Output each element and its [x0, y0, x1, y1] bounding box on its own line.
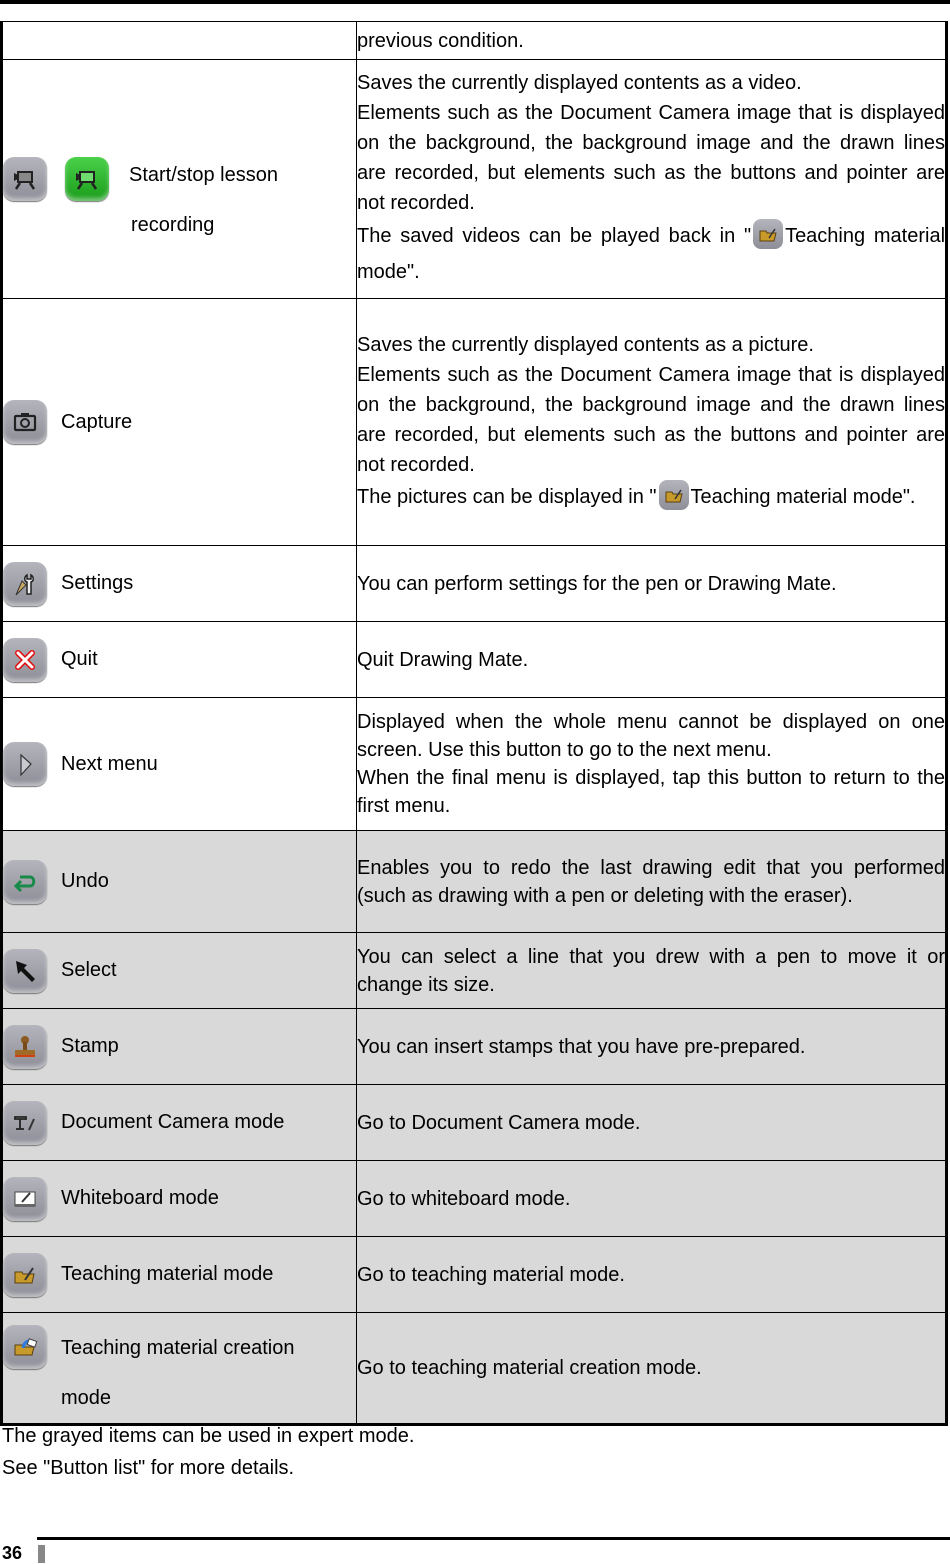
footnote-expert-mode: The grayed items can be used in expert m… — [2, 1425, 415, 1447]
description-cell: Saves the currently displayed contents a… — [356, 59, 947, 299]
button-name-label: Undo — [61, 870, 109, 892]
button-name-cell: Whiteboard mode — [1, 1160, 357, 1237]
teaching-material-folder-icon — [658, 479, 689, 510]
page-number: 36 — [2, 1543, 23, 1563]
quit-icon — [3, 637, 47, 682]
description-text: The saved videos can be played back in " — [357, 225, 752, 247]
next-menu-icon — [3, 742, 47, 786]
table-row: Settings You can perform settings for th… — [1, 545, 947, 622]
button-list-table: previous condition. Start/stop lesson rec… — [0, 21, 948, 1426]
video-record-active-icon — [65, 157, 109, 201]
footnote-button-list: See "Button list" for more details. — [2, 1457, 295, 1479]
button-name-label: Document Camera mode — [61, 1111, 285, 1133]
description-text: Saves the currently displayed contents a… — [357, 72, 802, 94]
description-text: You can perform settings for the pen or … — [357, 572, 837, 595]
description-text: Go to teaching material mode. — [357, 1263, 625, 1286]
undo-icon — [3, 859, 47, 904]
table-row: previous condition. — [1, 21, 947, 60]
button-name-label: Teaching material creation mode — [61, 1337, 295, 1409]
top-rule — [0, 0, 950, 4]
table-row: Document Camera mode Go to Document Came… — [1, 1084, 947, 1161]
whiteboard-icon — [3, 1176, 47, 1221]
camera-icon — [3, 400, 47, 444]
description-cell: Saves the currently displayed contents a… — [356, 298, 947, 546]
button-name-cell: Document Camera mode — [1, 1084, 357, 1161]
description-text: previous condition. — [357, 29, 524, 52]
button-name-cell: Teaching material mode — [1, 1236, 357, 1313]
description-cell: You can select a line that you drew with… — [356, 932, 947, 1009]
description-text: Go to whiteboard mode. — [357, 1187, 571, 1210]
description-text: Enables you to redo the last drawing edi… — [357, 856, 945, 907]
description-cell: Go to whiteboard mode. — [356, 1160, 947, 1237]
table-row: Stamp You can insert stamps that you hav… — [1, 1008, 947, 1085]
description-text: Elements such as the Document Camera ima… — [357, 102, 945, 214]
description-text: You can insert stamps that you have pre-… — [357, 1035, 806, 1058]
description-cell: You can perform settings for the pen or … — [356, 545, 947, 622]
description-text: Quit Drawing Mate. — [357, 648, 529, 671]
table-row: Start/stop lesson recording Saves the cur… — [1, 59, 947, 299]
description-cell: previous condition. — [356, 21, 947, 60]
teaching-material-creation-icon — [3, 1325, 47, 1369]
description-cell: You can insert stamps that you have pre-… — [356, 1008, 947, 1085]
button-name-cell: Next menu — [1, 697, 357, 831]
document-camera-icon — [3, 1100, 47, 1145]
description-text: Go to teaching material creation mode. — [357, 1357, 702, 1379]
table-row: Next menu Displayed when the whole menu … — [1, 697, 947, 831]
description-cell: Quit Drawing Mate. — [356, 621, 947, 698]
button-name-cell: Quit — [1, 621, 357, 698]
button-name-cell: Start/stop lesson recording — [1, 59, 357, 299]
button-name-label: Settings — [61, 572, 134, 594]
description-text: The pictures can be displayed in " — [357, 486, 657, 508]
button-name-cell: Stamp — [1, 1008, 357, 1085]
table-row: Quit Quit Drawing Mate. — [1, 621, 947, 698]
button-name-label: Quit — [61, 648, 98, 670]
video-record-icon — [3, 157, 47, 201]
description-text: You can select a line that you drew with… — [357, 945, 945, 996]
description-cell: Go to teaching material mode. — [356, 1236, 947, 1313]
button-name-cell: Capture — [1, 298, 357, 546]
button-name-cell — [1, 21, 357, 60]
table-row: Whiteboard mode Go to whiteboard mode. — [1, 1160, 947, 1237]
description-text: Saves the currently displayed contents a… — [357, 334, 814, 356]
footer-rule — [37, 1537, 950, 1540]
button-name-label: Next menu — [61, 752, 158, 775]
button-name-label: Start/stop lesson recording — [129, 164, 278, 236]
table-row: Teaching material mode Go to teaching ma… — [1, 1236, 947, 1313]
table-row: Capture Saves the currently displayed co… — [1, 298, 947, 546]
table-row: Undo Enables you to redo the last drawin… — [1, 830, 947, 933]
teaching-material-icon — [3, 1252, 47, 1297]
description-text: Go to Document Camera mode. — [357, 1111, 641, 1134]
button-name-label: Whiteboard mode — [61, 1187, 219, 1209]
description-cell: Displayed when the whole menu cannot be … — [356, 697, 947, 831]
description-text: When the final menu is displayed, tap th… — [357, 767, 945, 817]
button-name-label: Teaching material mode — [61, 1263, 274, 1285]
table-row: Teaching material creation mode Go to tea… — [1, 1312, 947, 1425]
description-text: Teaching material mode". — [690, 486, 916, 508]
button-name-cell: Select — [1, 932, 357, 1009]
button-name-label: Select — [61, 959, 117, 981]
description-cell: Enables you to redo the last drawing edi… — [356, 830, 947, 933]
description-cell: Go to teaching material creation mode. — [356, 1312, 947, 1425]
button-name-label: Capture — [61, 410, 133, 433]
select-icon — [3, 948, 47, 993]
description-text: Displayed when the whole menu cannot be … — [357, 711, 945, 761]
button-name-label: Stamp — [61, 1035, 119, 1057]
button-name-cell: Teaching material creation mode — [1, 1312, 357, 1425]
settings-icon — [3, 561, 47, 606]
stamp-icon — [3, 1024, 47, 1069]
page-marker-bar — [38, 1545, 45, 1563]
description-cell: Go to Document Camera mode. — [356, 1084, 947, 1161]
description-text: Elements such as the Document Camera ima… — [357, 364, 945, 476]
button-name-cell: Undo — [1, 830, 357, 933]
teaching-material-folder-icon — [753, 218, 784, 249]
button-name-cell: Settings — [1, 545, 357, 622]
table-row: Select You can select a line that you dr… — [1, 932, 947, 1009]
